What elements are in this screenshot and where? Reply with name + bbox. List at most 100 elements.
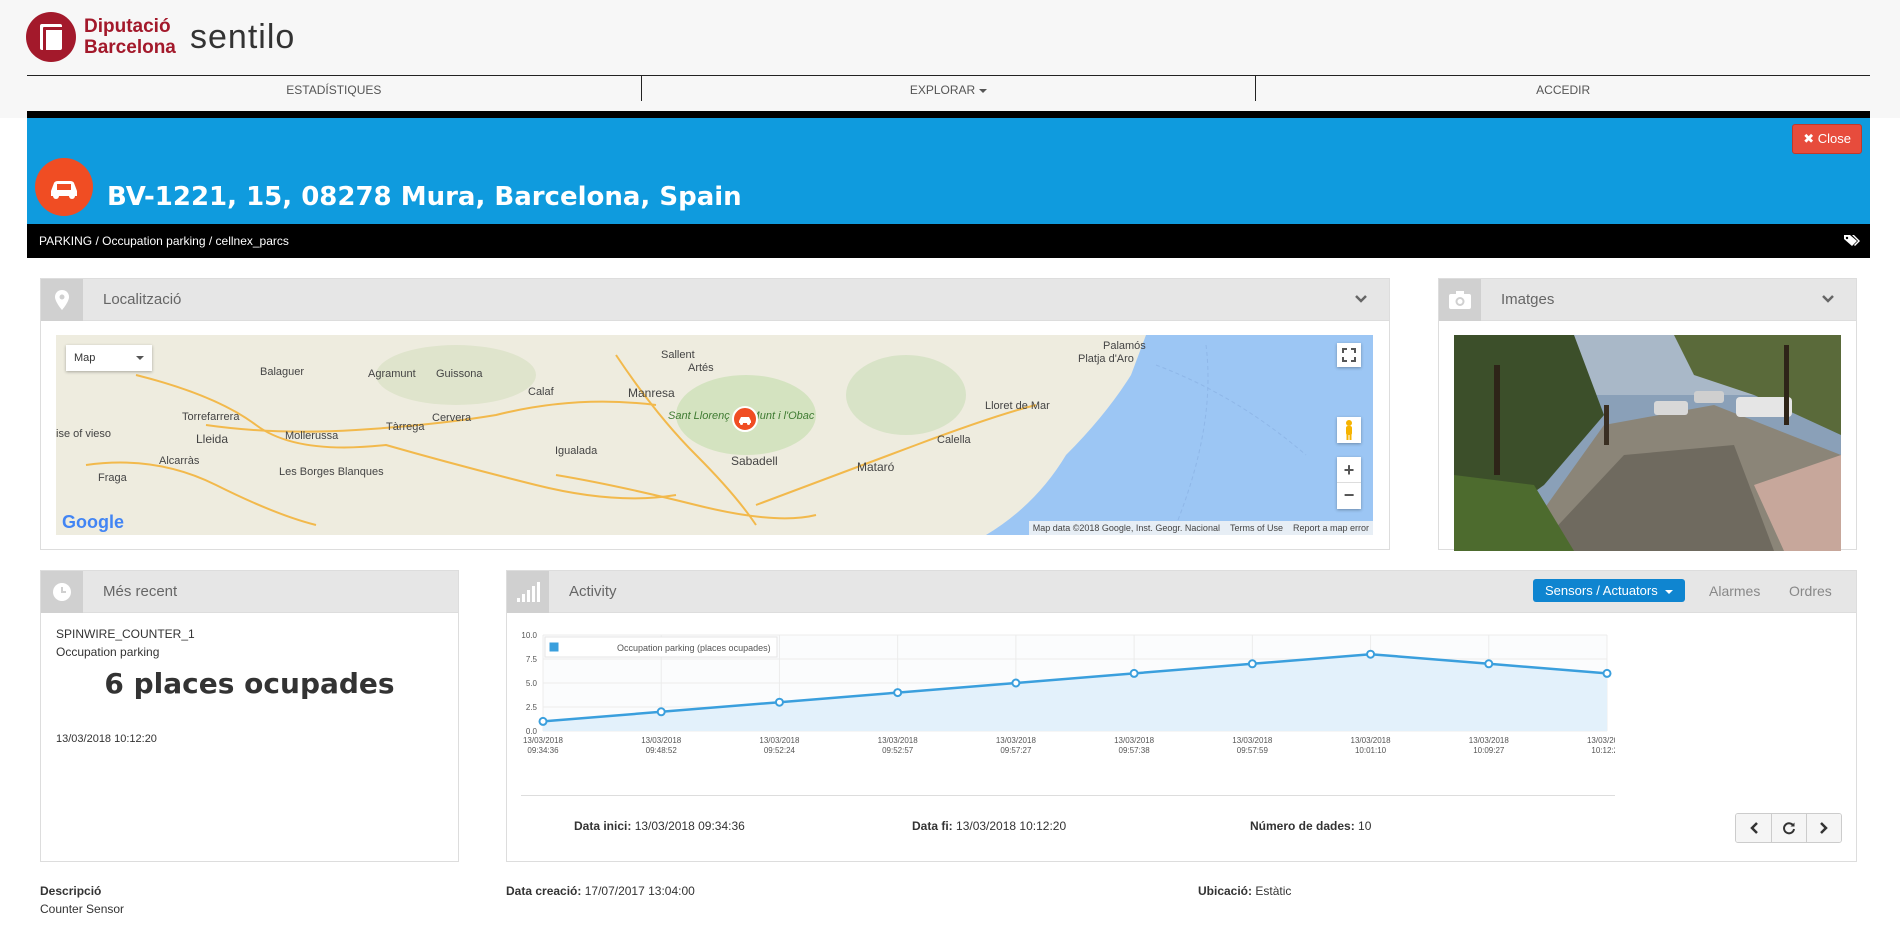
page-title: BV-1221, 15, 08278 Mura, Barcelona, Spai… xyxy=(107,182,742,212)
legend-swatch xyxy=(548,641,560,653)
map-type-select[interactable]: Map xyxy=(66,345,152,371)
map-label: Sabadell xyxy=(731,454,778,468)
data-count: Número de dades: 10 xyxy=(1250,819,1372,833)
diputacio-seal-icon xyxy=(26,12,76,62)
x-tick-label: 09:34:36 xyxy=(527,746,559,755)
breadcrumb: PARKING / Occupation parking / cellnex_p… xyxy=(27,224,1870,258)
x-tick-label: 13/03/2018 xyxy=(523,736,564,745)
map-label: Calella xyxy=(937,434,972,446)
x-tick-label: 13/03/2018 xyxy=(1351,736,1392,745)
map-label: Manresa xyxy=(628,386,675,400)
tab-ordres[interactable]: Ordres xyxy=(1789,583,1832,599)
x-tick-label: 13/03/2018 xyxy=(1232,736,1273,745)
diputacio-logo[interactable]: Diputació Barcelona xyxy=(26,12,176,62)
previous-button[interactable] xyxy=(1736,814,1771,842)
tab-alarmes[interactable]: Alarmes xyxy=(1709,583,1760,599)
activity-panel: Activity Sensors / Actuators Alarmes Ord… xyxy=(506,570,1857,862)
fullscreen-icon[interactable] xyxy=(1337,343,1361,367)
x-tick-label: 13/03/2018 xyxy=(1114,736,1155,745)
chevron-down-icon[interactable] xyxy=(1822,293,1834,305)
map-label: Fraga xyxy=(98,472,128,484)
panel-header[interactable]: Localització xyxy=(41,279,1389,321)
map-data-credit: Map data ©2018 Google, Inst. Geogr. Naci… xyxy=(1032,523,1220,533)
top-header: Diputació Barcelona sentilo ESTADÍSTIQUE… xyxy=(0,0,1900,118)
chevron-left-icon xyxy=(1749,822,1758,834)
location-map[interactable]: Palamós Platja d'Aro Balaguer Agramunt G… xyxy=(56,335,1373,535)
map-label: Palamós xyxy=(1103,340,1146,352)
nav-item-estadistiques[interactable]: ESTADÍSTIQUES xyxy=(27,76,641,101)
y-tick-label: 2.5 xyxy=(526,703,538,712)
sensor-type: Occupation parking xyxy=(56,645,160,659)
main-nav: ESTADÍSTIQUES EXPLORAR ACCEDIR xyxy=(27,75,1870,101)
chart-svg: 10.07.55.02.50.013/03/201809:34:3613/03/… xyxy=(521,631,1627,755)
map-label: Guissona xyxy=(436,368,483,380)
sensors-actuators-dropdown[interactable]: Sensors / Actuators xyxy=(1533,579,1686,602)
x-tick-label: 09:57:59 xyxy=(1237,746,1269,755)
camera-icon xyxy=(1439,279,1481,321)
map-label: Platja d'Aro xyxy=(1078,353,1134,365)
next-button[interactable] xyxy=(1806,814,1841,842)
map-label: Alcarràs xyxy=(159,455,200,467)
street-view-pegman-icon[interactable] xyxy=(1337,417,1361,443)
map-attribution: Map data ©2018 Google, Inst. Geogr. Naci… xyxy=(1028,521,1373,535)
x-tick-label: 13/03/2018 xyxy=(996,736,1037,745)
legend-label: Occupation parking (places ocupades) xyxy=(617,643,771,653)
data-point xyxy=(1011,678,1021,688)
map-label: Mollerussa xyxy=(285,430,339,442)
location-type: Ubicació: Estàtic xyxy=(1198,884,1292,898)
location-panel: Localització Palamós Platja d'Aro Balagu… xyxy=(40,278,1390,550)
zoom-in-button[interactable]: + xyxy=(1337,457,1361,483)
panel-title: Imatges xyxy=(1501,291,1555,308)
panel-header: Més recent xyxy=(41,571,458,613)
caret-down-icon xyxy=(136,356,144,360)
data-point xyxy=(1366,649,1376,659)
latest-timestamp: 13/03/2018 10:12:20 xyxy=(56,733,157,745)
chevron-right-icon xyxy=(1820,822,1828,834)
x-tick-label: 13/03/2018 xyxy=(1587,736,1615,745)
map-label: Les Borges Blanques xyxy=(279,466,384,478)
description-label: Descripció xyxy=(40,884,102,898)
map-label: Torrefarrera xyxy=(182,411,240,423)
tags-icon[interactable] xyxy=(1844,234,1860,247)
start-date: Data inici: 13/03/2018 09:34:36 xyxy=(574,819,745,833)
description-value: Counter Sensor xyxy=(40,902,125,916)
refresh-icon xyxy=(1783,822,1795,835)
x-tick-label: 13/03/2018 xyxy=(878,736,919,745)
data-point xyxy=(1602,668,1612,678)
map-marker-car-icon[interactable] xyxy=(732,406,758,432)
latest-value: 6 places ocupades xyxy=(104,667,395,700)
data-point xyxy=(538,716,548,726)
map-label: Igualada xyxy=(555,445,598,457)
map-label: Lleida xyxy=(196,432,228,446)
nav-item-accedir[interactable]: ACCEDIR xyxy=(1255,76,1870,101)
recent-panel: Més recent SPINWIRE_COUNTER_1 Occupation… xyxy=(40,570,459,862)
report-map-error-link[interactable]: Report a map error xyxy=(1293,521,1369,535)
x-tick-label: 09:52:57 xyxy=(882,746,914,755)
google-logo: Google xyxy=(62,512,124,532)
refresh-button[interactable] xyxy=(1771,814,1806,842)
x-tick-label: 10:12:20 xyxy=(1591,746,1615,755)
map-label: Balaguer xyxy=(260,366,304,378)
chevron-down-icon[interactable] xyxy=(1355,293,1367,305)
parking-photo[interactable] xyxy=(1454,335,1841,551)
x-tick-label: 13/03/2018 xyxy=(641,736,682,745)
map-label: Lloret de Mar xyxy=(985,400,1050,412)
nav-item-explorar[interactable]: EXPLORAR xyxy=(640,76,1256,101)
terms-of-use-link[interactable]: Terms of Use xyxy=(1230,521,1283,535)
x-tick-label: 09:48:52 xyxy=(646,746,678,755)
map-label: ise of vieso xyxy=(56,428,111,440)
sentilo-logo[interactable]: sentilo xyxy=(190,18,295,57)
x-tick-label: 09:57:38 xyxy=(1119,746,1151,755)
map-label: Cervera xyxy=(432,412,472,424)
y-tick-label: 10.0 xyxy=(521,631,537,640)
data-point xyxy=(893,688,903,698)
map-label: Tàrrega xyxy=(386,421,425,433)
panel-header[interactable]: Imatges xyxy=(1439,279,1856,321)
zoom-out-button[interactable]: − xyxy=(1337,483,1361,509)
signal-bars-icon xyxy=(507,571,549,613)
divider xyxy=(521,795,1615,796)
caret-down-icon xyxy=(979,88,988,93)
data-point xyxy=(656,707,666,717)
close-button[interactable]: ✖ Close xyxy=(1792,124,1862,154)
activity-chart: 10.0 7.5 5.0 2.5 0.0 13/03/2018 09:34:36 13/03/… xyxy=(521,629,1627,787)
